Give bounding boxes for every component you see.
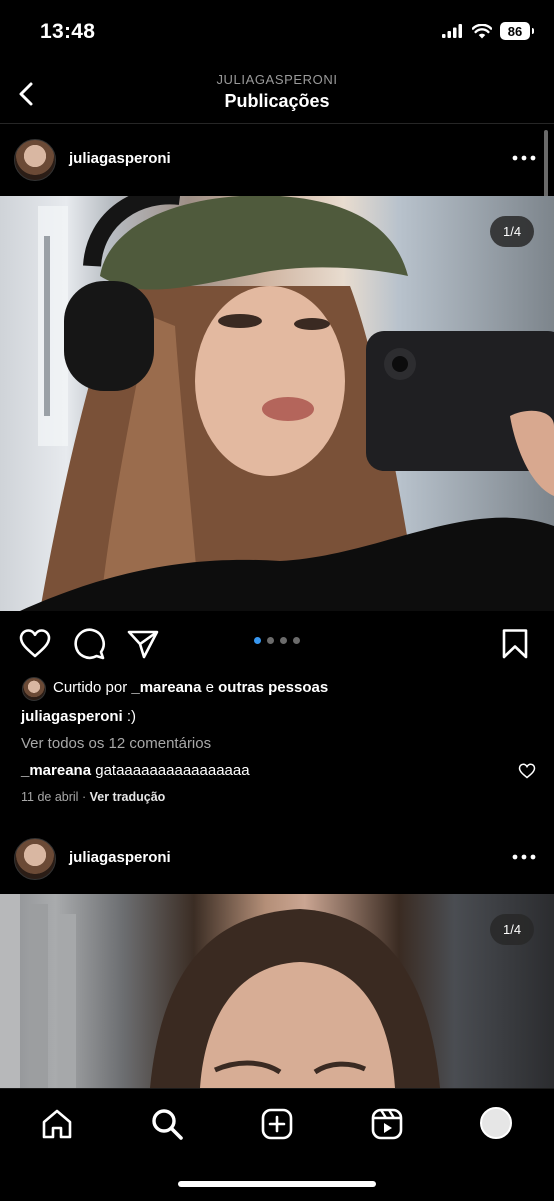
liker-avatar[interactable] (22, 677, 46, 701)
post-username[interactable]: juliagasperoni (69, 849, 171, 866)
create-icon[interactable] (260, 1107, 294, 1141)
like-heart-icon[interactable] (18, 627, 52, 661)
comment-icon[interactable] (72, 627, 106, 661)
post-avatar[interactable] (14, 139, 56, 181)
liked-by-line[interactable]: Curtido por _mareana e outras pessoas (53, 679, 328, 696)
pager-dot (267, 637, 274, 644)
battery-indicator: 86 (500, 22, 534, 40)
home-indicator (178, 1181, 376, 1187)
comment-row: _mareana gataaaaaaaaaaaaaaaa (21, 762, 250, 779)
home-icon[interactable] (40, 1107, 74, 1141)
post-avatar[interactable] (14, 838, 56, 880)
liked-others[interactable]: outras pessoas (218, 679, 328, 696)
see-translation-link[interactable]: Ver tradução (90, 790, 166, 804)
header-divider (0, 123, 554, 124)
caption-text: :) (126, 708, 137, 725)
post-username[interactable]: juliagasperoni (69, 150, 171, 167)
more-options-icon[interactable] (512, 853, 536, 861)
search-icon[interactable] (150, 1107, 184, 1141)
status-time: 13:48 (40, 20, 96, 43)
post-meta: 11 de abril · Ver tradução (21, 790, 165, 804)
profile-icon[interactable] (480, 1107, 512, 1139)
liked-prefix: Curtido por (53, 679, 128, 696)
signal-icon (442, 24, 462, 38)
post-photo[interactable] (0, 196, 554, 611)
post-photo[interactable] (0, 894, 554, 1088)
pager-dot-active (254, 637, 261, 644)
meta-separator: · (81, 790, 87, 804)
save-bookmark-icon[interactable] (498, 627, 532, 661)
carousel-counter: 1/4 (490, 216, 535, 247)
pager-dot (293, 637, 300, 644)
comment-text: gataaaaaaaaaaaaaaaa (95, 762, 250, 779)
caption: juliagasperoni :) (21, 708, 136, 725)
photo-illustration (20, 196, 554, 611)
header-subtitle: JULIAGASPERONI (216, 72, 338, 87)
comment-like-heart-icon[interactable] (518, 763, 536, 779)
post-date: 11 de abril (21, 790, 79, 804)
liked-user[interactable]: _mareana (131, 679, 201, 696)
more-options-icon[interactable] (512, 154, 536, 162)
view-all-comments-link[interactable]: Ver todos os 12 comentários (21, 735, 211, 752)
status-icons: 86 (442, 22, 534, 40)
comment-username[interactable]: _mareana (21, 762, 91, 779)
reels-icon[interactable] (370, 1107, 404, 1141)
liked-conj: e (205, 679, 214, 696)
share-icon[interactable] (126, 627, 160, 661)
carousel-counter: 1/4 (490, 914, 535, 945)
photo-illustration (0, 894, 440, 1088)
pager-dot (280, 637, 287, 644)
page-title: Publicações (224, 91, 330, 111)
caption-username[interactable]: juliagasperoni (21, 708, 123, 725)
wifi-icon (472, 23, 492, 38)
carousel-pager (254, 637, 300, 644)
